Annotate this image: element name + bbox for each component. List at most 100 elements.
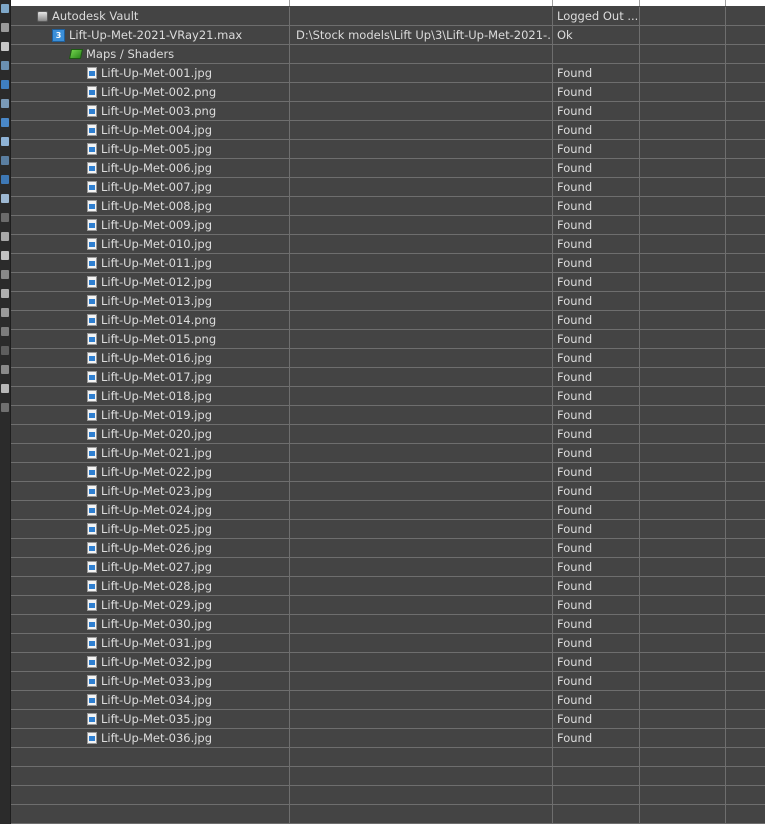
file-row[interactable]: Lift-Up-Met-001.jpg Found (11, 64, 765, 83)
name-cell: Lift-Up-Met-034.jpg (11, 691, 289, 709)
file-row[interactable]: Lift-Up-Met-027.jpg Found (11, 558, 765, 577)
toolbar-icon[interactable] (1, 175, 9, 184)
status-cell: Found (557, 598, 593, 612)
toolbar-icon[interactable] (1, 365, 9, 374)
file-rows: Lift-Up-Met-001.jpg Found Lift-Up-Met-002.… (11, 64, 765, 748)
file-row[interactable]: Lift-Up-Met-022.jpg Found (11, 463, 765, 482)
toolbar-icon[interactable] (1, 156, 9, 165)
header-divider[interactable] (725, 0, 726, 6)
path-cell (290, 235, 552, 253)
tree-row-maps[interactable]: Maps / Shaders (11, 45, 765, 64)
file-row[interactable]: Lift-Up-Met-020.jpg Found (11, 425, 765, 444)
file-row[interactable]: Lift-Up-Met-005.jpg Found (11, 140, 765, 159)
path-cell (290, 463, 552, 481)
file-row[interactable]: Lift-Up-Met-012.jpg Found (11, 273, 765, 292)
image-file-icon (87, 542, 97, 554)
toolbar-icon[interactable] (1, 327, 9, 336)
file-row[interactable]: Lift-Up-Met-006.jpg Found (11, 159, 765, 178)
status-cell: Found (557, 712, 593, 726)
status-cell: Found (557, 85, 593, 99)
tree-row-vault[interactable]: Autodesk Vault Logged Out ... (11, 7, 765, 26)
toolbar-icon[interactable] (1, 4, 9, 13)
file-row[interactable]: Lift-Up-Met-023.jpg Found (11, 482, 765, 501)
file-row[interactable]: Lift-Up-Met-015.png Found (11, 330, 765, 349)
max-scene-icon: 3 (52, 28, 65, 42)
toolbar-icon[interactable] (1, 213, 9, 222)
toolbar-icon[interactable] (1, 42, 9, 51)
path-cell (290, 710, 552, 728)
file-row[interactable]: Lift-Up-Met-003.png Found (11, 102, 765, 121)
name-cell: Lift-Up-Met-007.jpg (11, 178, 289, 196)
file-row[interactable]: Lift-Up-Met-010.jpg Found (11, 235, 765, 254)
file-row[interactable]: Lift-Up-Met-019.jpg Found (11, 406, 765, 425)
header-divider[interactable] (639, 0, 640, 6)
toolbar-icon[interactable] (1, 232, 9, 241)
toolbar-icon[interactable] (1, 403, 9, 412)
file-row[interactable]: Lift-Up-Met-017.jpg Found (11, 368, 765, 387)
name-cell: Maps / Shaders (11, 45, 289, 63)
file-row[interactable]: Lift-Up-Met-025.jpg Found (11, 520, 765, 539)
status-cell: Found (557, 617, 593, 631)
toolbar-icon[interactable] (1, 80, 9, 89)
name-cell: Lift-Up-Met-017.jpg (11, 368, 289, 386)
file-row[interactable]: Lift-Up-Met-002.png Found (11, 83, 765, 102)
toolbar-icon[interactable] (1, 308, 9, 317)
file-row[interactable]: Lift-Up-Met-024.jpg Found (11, 501, 765, 520)
toolbar-icon[interactable] (1, 289, 9, 298)
toolbar-icon[interactable] (1, 384, 9, 393)
file-row[interactable]: Lift-Up-Met-021.jpg Found (11, 444, 765, 463)
toolbar-icon[interactable] (1, 61, 9, 70)
file-row[interactable]: Lift-Up-Met-036.jpg Found (11, 729, 765, 748)
name-cell: Lift-Up-Met-020.jpg (11, 425, 289, 443)
file-name: Lift-Up-Met-021.jpg (101, 446, 213, 460)
name-cell: Autodesk Vault (11, 7, 289, 25)
name-cell: Lift-Up-Met-032.jpg (11, 653, 289, 671)
header-divider[interactable] (552, 0, 553, 6)
name-cell: Lift-Up-Met-014.png (11, 311, 289, 329)
tree-row-scene[interactable]: 3 Lift-Up-Met-2021-VRay21.max D:\Stock m… (11, 26, 765, 45)
toolbar-icon[interactable] (1, 270, 9, 279)
name-cell: Lift-Up-Met-015.png (11, 330, 289, 348)
toolbar-icon[interactable] (1, 346, 9, 355)
file-row[interactable]: Lift-Up-Met-035.jpg Found (11, 710, 765, 729)
path-cell (290, 121, 552, 139)
file-row[interactable]: Lift-Up-Met-026.jpg Found (11, 539, 765, 558)
file-name: Lift-Up-Met-031.jpg (101, 636, 213, 650)
file-row[interactable]: Lift-Up-Met-028.jpg Found (11, 577, 765, 596)
file-name: Lift-Up-Met-015.png (101, 332, 217, 346)
file-row[interactable]: Lift-Up-Met-009.jpg Found (11, 216, 765, 235)
file-row[interactable]: Lift-Up-Met-032.jpg Found (11, 653, 765, 672)
file-row[interactable]: Lift-Up-Met-030.jpg Found (11, 615, 765, 634)
path-cell (290, 444, 552, 462)
file-row[interactable]: Lift-Up-Met-031.jpg Found (11, 634, 765, 653)
file-row[interactable]: Lift-Up-Met-029.jpg Found (11, 596, 765, 615)
path-cell (290, 425, 552, 443)
file-row[interactable]: Lift-Up-Met-033.jpg Found (11, 672, 765, 691)
file-row[interactable]: Lift-Up-Met-008.jpg Found (11, 197, 765, 216)
file-row[interactable]: Lift-Up-Met-016.jpg Found (11, 349, 765, 368)
file-row[interactable]: Lift-Up-Met-018.jpg Found (11, 387, 765, 406)
status-cell: Found (557, 351, 593, 365)
file-row[interactable]: Lift-Up-Met-034.jpg Found (11, 691, 765, 710)
toolbar-icon[interactable] (1, 137, 9, 146)
name-cell: Lift-Up-Met-001.jpg (11, 64, 289, 82)
image-file-icon (87, 86, 97, 98)
path-cell (290, 292, 552, 310)
file-row[interactable]: Lift-Up-Met-014.png Found (11, 311, 765, 330)
name-cell: Lift-Up-Met-021.jpg (11, 444, 289, 462)
name-cell: Lift-Up-Met-023.jpg (11, 482, 289, 500)
toolbar-icon[interactable] (1, 118, 9, 127)
file-row[interactable]: Lift-Up-Met-011.jpg Found (11, 254, 765, 273)
file-row[interactable]: Lift-Up-Met-013.jpg Found (11, 292, 765, 311)
toolbar-icon[interactable] (1, 99, 9, 108)
toolbar-icon[interactable] (1, 23, 9, 32)
file-name: Lift-Up-Met-003.png (101, 104, 217, 118)
empty-rows (11, 748, 765, 824)
header-divider[interactable] (289, 0, 290, 6)
path-cell (290, 254, 552, 272)
file-row[interactable]: Lift-Up-Met-004.jpg Found (11, 121, 765, 140)
image-file-icon (87, 447, 97, 459)
toolbar-icon[interactable] (1, 251, 9, 260)
toolbar-icon[interactable] (1, 194, 9, 203)
file-row[interactable]: Lift-Up-Met-007.jpg Found (11, 178, 765, 197)
